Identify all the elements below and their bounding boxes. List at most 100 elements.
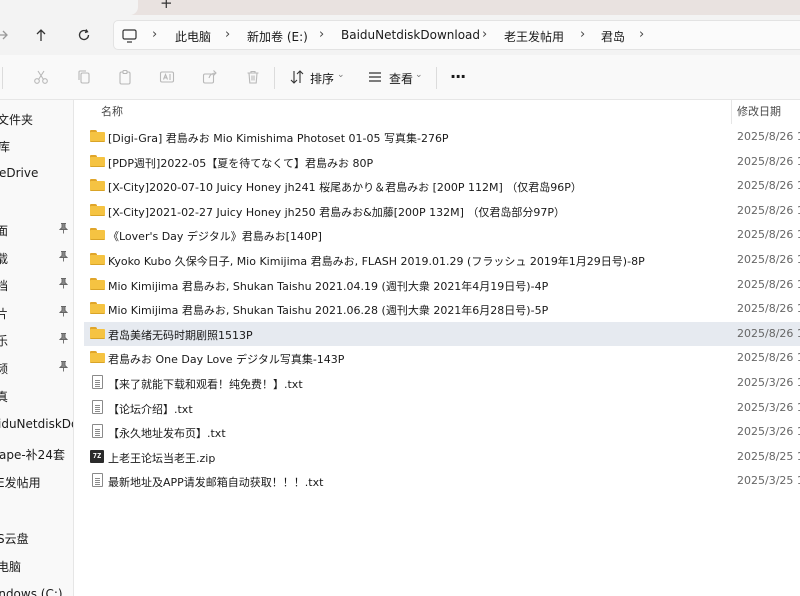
file-date-modified: 2025/3/26 1 [737,425,800,439]
plus-icon[interactable]: + [160,0,173,12]
sidebar-item-downloads[interactable]: 载 [0,247,73,267]
share-icon[interactable] [201,68,219,86]
folder-icon [90,326,105,340]
folder-row[interactable]: 《Lover's Day デジタル》君島みお[140P] 2025/8/26 1 [84,223,800,247]
file-date-modified: 2025/8/26 1 [737,130,800,143]
chevron-right-icon[interactable]: › [319,27,324,42]
arrow-up-icon[interactable] [31,25,51,45]
column-name[interactable]: 名称 [101,103,123,119]
chevron-right-icon[interactable]: › [580,27,585,42]
chevron-right-icon[interactable]: › [482,27,487,42]
chevron-down-icon[interactable]: ⌄ [337,70,345,80]
navigation-bar: › 此电脑 › 新加卷 (E:) › BaiduNetdiskDownload … [0,15,800,55]
folder-row[interactable]: Mio Kimijima 君島みお, Shukan Taishu 2021.06… [84,297,800,321]
folder-icon [90,179,105,192]
arrow-right-icon[interactable] [0,25,12,45]
file-name: 最新地址及APP请发邮箱自动获取！！！.txt [108,476,324,490]
copy-icon[interactable] [75,68,93,86]
text-file-icon [90,424,105,439]
chevron-right-icon[interactable]: › [639,27,644,42]
text-file-icon [90,399,105,414]
breadcrumb-this-pc[interactable]: 此电脑 [175,28,211,45]
file-name: [Digi-Gra] 君島みお Mio Kimishima Photoset 0… [108,132,449,145]
rename-icon[interactable] [158,68,176,86]
file-date-modified: 2025/8/26 1 [737,154,800,168]
chevron-right-icon[interactable]: › [225,27,230,42]
sort-button[interactable]: 排序 [310,70,334,87]
column-date-modified[interactable]: 修改日期 [737,103,781,119]
sort-icon[interactable] [288,68,306,86]
refresh-icon[interactable] [74,25,94,45]
view-icon[interactable] [366,68,384,86]
file-date-modified: 2025/8/26 1 [737,302,800,316]
sidebar-item-baidu-download[interactable]: iduNetdiskDow [0,414,73,434]
sidebar-item-pictures[interactable]: 片 [0,302,73,322]
file-date-modified: 2025/8/25 1 [737,449,800,463]
sidebar-item-desktop[interactable]: 面 [0,219,73,239]
file-row[interactable]: 【来了就能下载和观看！纯免费！】.txt 2025/3/26 1 [84,371,800,395]
file-date-modified: 2025/8/26 1 [737,253,800,266]
breadcrumb-current-folder[interactable]: 君岛 [601,28,625,45]
sidebar-item[interactable]: ape-补24套 [0,443,73,463]
sidebar-item-drive-c[interactable]: indows (C:) [0,584,73,596]
file-name: 君岛美绪无码时期剧照1513P [108,328,253,342]
folder-row[interactable]: 君島みお One Day Love デジタル写真集-143P 2025/8/26 … [84,346,800,370]
folder-row[interactable]: [X-City]2021-02-27 Juicy Honey jh250 君島み… [84,199,800,223]
address-bar[interactable]: › 此电脑 › 新加卷 (E:) › BaiduNetdiskDownload … [113,20,800,50]
text-file-icon [90,473,105,488]
column-divider[interactable] [731,100,732,124]
file-name: [X-City]2020-07-10 Juicy Honey jh241 桜尾あ… [108,181,582,195]
sidebar-item-laowang[interactable]: E发帖用 [0,471,73,491]
sidebar-item-this-pc[interactable]: 电脑 [0,555,73,575]
file-row[interactable]: 最新地址及APP请发邮箱自动获取！！！.txt 2025/3/25 1 [84,469,800,493]
folder-icon [90,154,105,168]
file-date-modified: 2025/8/26 1 [737,228,800,242]
folder-icon [90,130,105,143]
navigation-pane: 文件夹 库 eDrive 面 载 档 片 乐 频 真 iduNetdiskDow… [0,100,74,596]
file-date-modified: 2025/3/25 1 [737,474,800,488]
chevron-right-icon[interactable]: › [152,27,157,42]
file-date-modified: 2025/8/26 1 [737,326,800,340]
file-date-modified: 2025/8/26 1 [737,203,800,217]
divider [436,67,437,89]
sidebar-item[interactable]: 文件夹 [0,108,73,128]
breadcrumb-drive-e[interactable]: 新加卷 (E:) [247,28,308,45]
file-list: ^ 名称 修改日期 [Digi-Gra] 君島みお Mio Kimishima … [74,100,800,596]
folder-row[interactable]: Kyoko Kubo 久保今日子, Mio Kimijima 君島みお, FLA… [84,248,800,272]
view-button[interactable]: 查看 [389,70,413,87]
chevron-down-icon[interactable]: ⌄ [415,70,423,80]
cut-icon[interactable] [32,68,50,86]
sidebar-item-onedrive[interactable]: eDrive [0,163,73,183]
file-name: 【论坛介绍】.txt [108,402,193,416]
pin-icon [59,251,68,262]
command-bar: 排序 ⌄ 查看 ⌄ ··· [0,55,800,100]
divider [2,67,3,89]
paste-icon[interactable] [116,68,134,86]
file-name: Mio Kimijima 君島みお, Shukan Taishu 2021.04… [108,279,549,293]
archive-icon: 7Z [90,449,105,463]
sidebar-item-cloud-drive[interactable]: S云盘 [0,527,73,547]
sort-ascending-icon: ^ [410,100,418,106]
file-row[interactable]: 【永久地址发布页】.txt 2025/3/26 1 [84,420,800,444]
folder-row[interactable]: Mio Kimijima 君島みお, Shukan Taishu 2021.04… [84,273,800,297]
sidebar-item-music[interactable]: 乐 [0,329,73,349]
delete-icon[interactable] [244,68,262,86]
folder-row[interactable]: [PDP週刊]2022-05【夏を待てなくて】君島みお 80P 2025/8/26… [84,150,800,174]
file-row[interactable]: 【论坛介绍】.txt 2025/3/26 1 [84,396,800,420]
breadcrumb-laowang[interactable]: 老王发帖用 [504,28,564,45]
folder-row[interactable]: 君岛美绪无码时期剧照1513P 2025/8/26 1 [84,321,800,346]
breadcrumb-baidu-download[interactable]: BaiduNetdiskDownload [341,28,480,42]
file-name: 上老王论坛当老王.zip [108,451,216,465]
file-date-modified: 2025/8/26 1 [737,351,800,365]
folder-row[interactable]: [X-City]2020-07-10 Juicy Honey jh241 桜尾あ… [84,174,800,198]
file-row[interactable]: 7Z 上老王论坛当老王.zip 2025/8/25 1 [84,445,800,469]
sidebar-item-videos[interactable]: 频 [0,357,73,377]
file-name: [PDP週刊]2022-05【夏を待てなくて】君島みお 80P [108,156,374,170]
sidebar-item[interactable]: 真 [0,385,73,405]
folder-row[interactable]: [Digi-Gra] 君島みお Mio Kimishima Photoset 0… [84,125,800,149]
active-tab[interactable] [0,0,138,15]
more-options-button[interactable]: ··· [450,67,466,86]
text-file-icon [90,375,105,389]
sidebar-item-documents[interactable]: 档 [0,274,73,294]
sidebar-item[interactable]: 库 [0,135,73,155]
